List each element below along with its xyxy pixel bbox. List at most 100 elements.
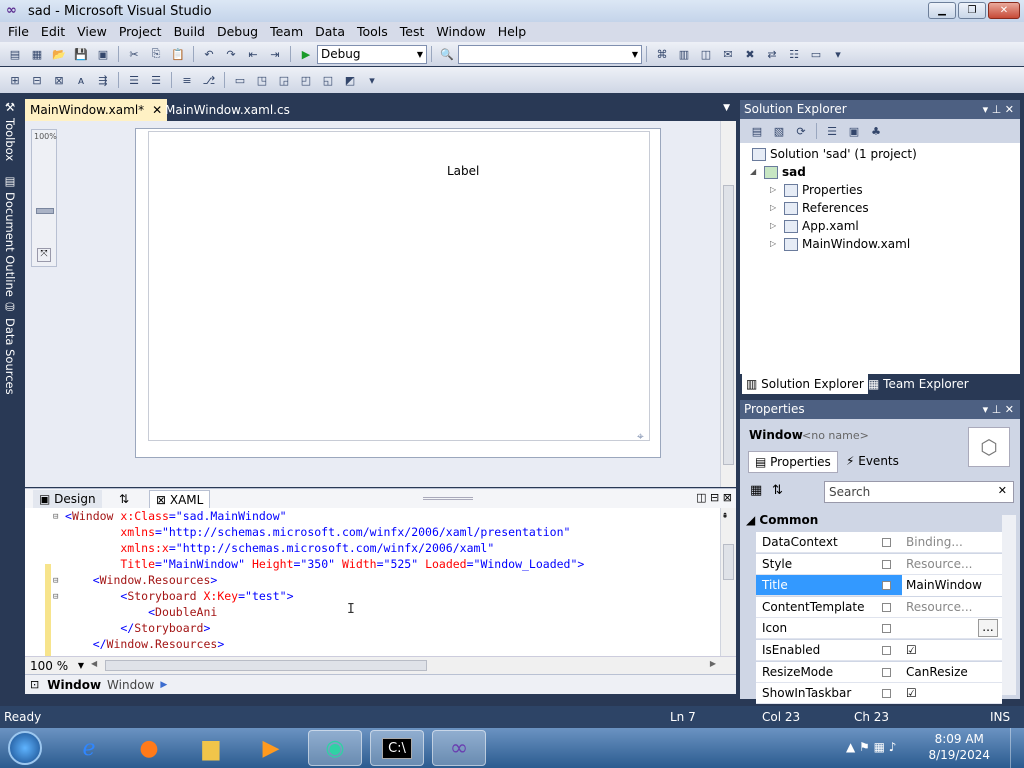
show-desktop-button[interactable] [1010, 728, 1024, 768]
show-all-files-icon[interactable]: ▧ [770, 123, 788, 139]
zoom-fit-icon[interactable]: ⤧ [37, 248, 51, 262]
add-item-icon[interactable]: ▦ [28, 46, 46, 62]
font-size-icon[interactable]: ᴀ [72, 72, 90, 88]
property-marker-icon[interactable] [882, 646, 891, 655]
paste-icon[interactable]: 📋 [169, 46, 187, 62]
collapse-storyboard-icon[interactable]: ⊟ [53, 592, 58, 602]
object-name[interactable]: <no name> [802, 429, 869, 442]
property-value[interactable]: Resource... [906, 554, 972, 575]
maximize-button[interactable]: ❐ [958, 2, 986, 19]
next-bookmark-folder-icon[interactable]: ◱ [319, 72, 337, 88]
tab-mainwindow-xaml[interactable]: MainWindow.xaml* ✕ [25, 99, 168, 121]
property-marker-icon[interactable] [882, 624, 891, 634]
properties-scrollbar[interactable] [1002, 515, 1016, 695]
bookmark-options-icon[interactable]: ▾ [363, 72, 381, 88]
menu-build[interactable]: Build [168, 22, 211, 42]
clear-search-icon[interactable]: ✕ [998, 484, 1007, 497]
server-explorer-icon[interactable]: ☷ [785, 46, 803, 62]
property-value[interactable]: ☑ [906, 683, 917, 704]
property-marker-icon[interactable] [882, 667, 891, 677]
tree-item-app-xaml[interactable]: ▷ App.xaml [770, 217, 859, 235]
file-explorer-icon[interactable]: ▆ [184, 730, 238, 766]
resize-handle-icon[interactable]: ⌖ [637, 429, 644, 444]
code-line[interactable]: <DoubleAni [65, 604, 217, 620]
side-tab-document-outline[interactable]: ▤ Document Outline [2, 174, 18, 297]
prev-bookmark-folder-icon[interactable]: ◰ [297, 72, 315, 88]
zoom-slider[interactable]: 100% ⤧ [31, 129, 57, 267]
property-value[interactable]: MainWindow [902, 575, 1002, 597]
property-value[interactable]: ☑ [906, 640, 917, 661]
property-marker-icon[interactable] [882, 559, 891, 569]
media-player-icon[interactable]: ▶ [244, 730, 298, 766]
align-text-left-icon[interactable]: ☰ [125, 72, 143, 88]
property-row[interactable]: Style Resource... [756, 553, 1002, 575]
editor-zoom-combo[interactable]: 100 % ▼ [27, 657, 87, 674]
collapse-resources-icon[interactable]: ⊟ [53, 576, 58, 586]
menu-test[interactable]: Test [394, 22, 431, 42]
tab-xaml[interactable]: ⊠ XAML [149, 490, 211, 508]
side-tab-data-sources[interactable]: ⛁ Data Sources [2, 300, 18, 395]
align-text-right-icon[interactable]: ☰ [147, 72, 165, 88]
pane-controls-icon[interactable]: ▾ ⊥ ✕ [983, 400, 1014, 419]
align-rights-icon[interactable]: ⊠ [50, 72, 68, 88]
app-taskbar-button[interactable]: ◉ [308, 730, 362, 766]
open-file-icon[interactable]: 📂 [50, 46, 68, 62]
collapse-arrow-icon[interactable]: ◢ [750, 163, 760, 181]
property-row[interactable]: ContentTemplate Resource... [756, 596, 1002, 618]
expand-arrow-icon[interactable]: ▷ [770, 181, 780, 199]
code-horizontal-scrollbar[interactable] [105, 660, 427, 671]
align-lefts-icon[interactable]: ⊞ [6, 72, 24, 88]
command-window-icon[interactable]: ▭ [807, 46, 825, 62]
tray-icons[interactable]: ▲ ⚑ ▦ ♪ [846, 740, 896, 754]
property-search-input[interactable]: Search ✕ [824, 481, 1014, 503]
side-tab-toolbox[interactable]: ⚒ Toolbox [2, 100, 18, 161]
indent-icon[interactable]: ⇶ [94, 72, 112, 88]
property-row[interactable]: Title MainWindow [756, 575, 1002, 597]
object-browser-icon[interactable]: ◫ [697, 46, 715, 62]
categorized-view-icon[interactable]: ▦ [750, 483, 762, 498]
property-row[interactable]: ResizeMode CanResize [756, 661, 1002, 683]
menu-file[interactable]: File [2, 22, 35, 42]
toolbar-options-icon[interactable]: ▾ [829, 46, 847, 62]
start-button[interactable] [0, 730, 50, 766]
save-all-icon[interactable]: ▣ [94, 46, 112, 62]
solution-config-combo[interactable]: Debug ▼ [317, 44, 427, 64]
tree-project[interactable]: ◢ sad [750, 163, 806, 181]
zoom-thumb[interactable] [36, 208, 54, 214]
find-in-files-icon[interactable]: 🔍 [438, 46, 456, 62]
tab-design[interactable]: ▣ Design [33, 490, 102, 508]
icon-browse-button[interactable]: ... [978, 619, 998, 637]
uncomment-icon[interactable]: ⎇ [200, 72, 218, 88]
comment-icon[interactable]: ≡ [178, 72, 196, 88]
tab-events[interactable]: ⚡ Events [846, 451, 899, 473]
prev-bookmark-icon[interactable]: ◳ [253, 72, 271, 88]
menu-data[interactable]: Data [309, 22, 351, 42]
undo-icon[interactable]: ↶ [200, 46, 218, 62]
design-window[interactable]: Label [135, 128, 661, 458]
save-icon[interactable]: 💾 [72, 46, 90, 62]
tab-mainwindow-xaml-cs[interactable]: MainWindow.xaml.cs [160, 99, 295, 121]
navigate-forward-icon[interactable]: ⇥ [266, 46, 284, 62]
properties-icon[interactable]: ▤ [748, 123, 766, 139]
designer-label[interactable]: Label [447, 164, 479, 178]
clear-bookmarks-icon[interactable]: ◩ [341, 72, 359, 88]
tree-item-references[interactable]: ▷ References [770, 199, 869, 217]
next-bookmark-icon[interactable]: ◲ [275, 72, 293, 88]
property-value[interactable]: CanResize [906, 662, 968, 683]
tree-item-properties[interactable]: ▷ Properties [770, 181, 863, 199]
menu-window[interactable]: Window [430, 22, 491, 42]
copy-icon[interactable]: ⎘ [147, 46, 165, 62]
scroll-right-icon[interactable]: ▶ [710, 659, 716, 668]
code-line[interactable]: xmlns="http://schemas.microsoft.com/winf… [65, 524, 570, 540]
navigate-back-icon[interactable]: ⇤ [244, 46, 262, 62]
firefox-icon[interactable]: ● [122, 730, 176, 766]
start-page-icon[interactable]: ⇄ [763, 46, 781, 62]
tab-team-explorer[interactable]: ▦ Team Explorer [864, 374, 973, 394]
redo-icon[interactable]: ↷ [222, 46, 240, 62]
menu-project[interactable]: Project [113, 22, 168, 42]
split-code-icon[interactable]: ⇞ [722, 510, 728, 521]
internet-explorer-icon[interactable]: ℯ [62, 730, 116, 766]
scroll-left-icon[interactable]: ◀ [91, 659, 97, 668]
start-debugging-icon[interactable]: ▶ [297, 46, 315, 62]
solution-explorer-icon[interactable]: ⌘ [653, 46, 671, 62]
